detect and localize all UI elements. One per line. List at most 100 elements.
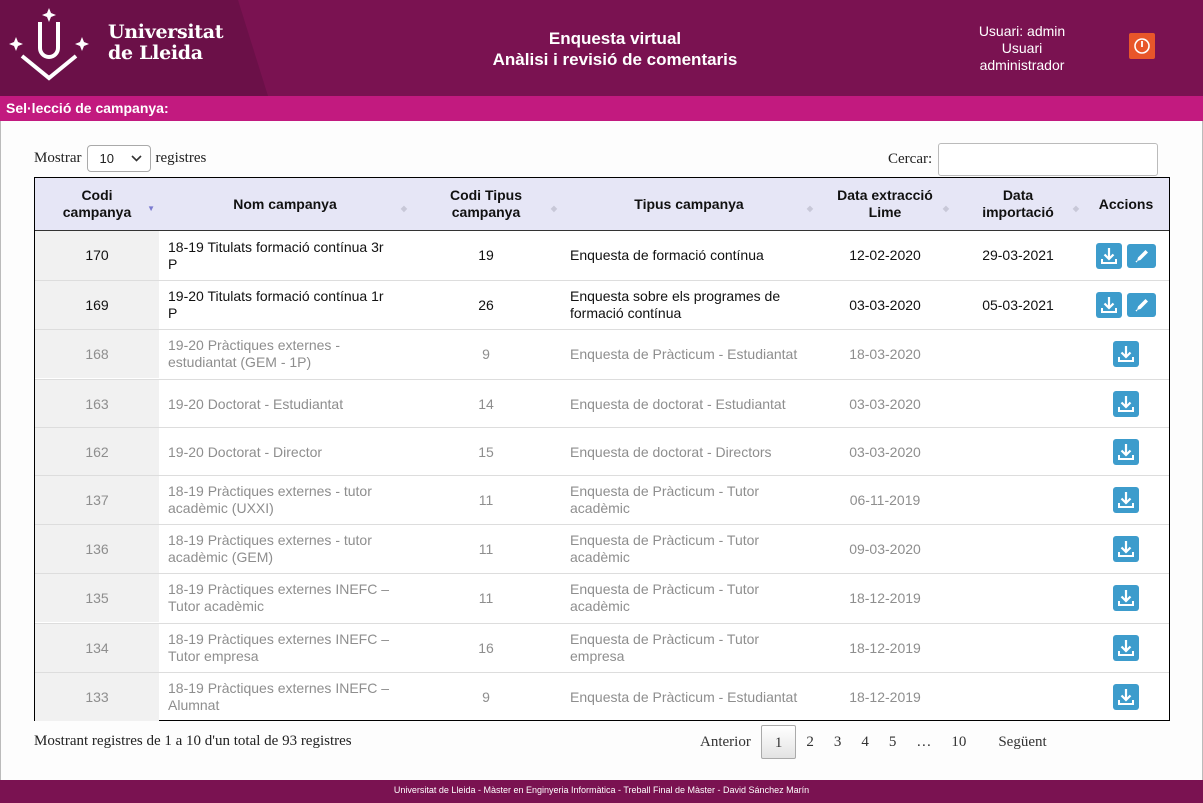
pagination-next[interactable]: Següent bbox=[988, 725, 1056, 759]
column-header-codi-campanya[interactable]: Codi campanya ▼ bbox=[35, 178, 159, 230]
pagination-page-2[interactable]: 2 bbox=[796, 725, 824, 759]
search-label: Cercar: bbox=[888, 151, 933, 167]
cell-tipus: Enquesta sobre els programes de formació… bbox=[570, 288, 781, 321]
sort-icon: ◆ bbox=[942, 204, 949, 213]
download-icon bbox=[1118, 346, 1134, 362]
search-input[interactable] bbox=[938, 143, 1159, 176]
cell-tipus: Enquesta de Pràcticum - Tutor acadèmic bbox=[570, 483, 760, 516]
download-button[interactable] bbox=[1113, 487, 1139, 513]
cell-tipus: Enquesta de Pràcticum - Estudiantat bbox=[570, 688, 798, 705]
table-row: 162 19-20 Doctorat - Director 15 Enquesta d… bbox=[35, 427, 1169, 476]
download-button[interactable] bbox=[1113, 635, 1139, 661]
page-size-select[interactable]: 10 bbox=[86, 145, 151, 172]
download-icon bbox=[1101, 297, 1117, 313]
download-button[interactable] bbox=[1096, 292, 1122, 318]
table-row: 136 18-19 Pràctiques externes - tutor aca… bbox=[35, 524, 1169, 573]
cell-data-importacio bbox=[953, 624, 1083, 672]
cell-codi-tipus: 19 bbox=[478, 247, 494, 263]
cell-data-importacio bbox=[953, 330, 1083, 378]
logo-line-1: Universitat bbox=[108, 21, 224, 43]
cell-tipus: Enquesta de doctorat - Estudiantat bbox=[570, 395, 786, 412]
cell-nom: 19-20 Doctorat - Estudiantat bbox=[168, 395, 344, 412]
cell-codi-tipus: 15 bbox=[478, 443, 494, 460]
cell-codi-tipus: 9 bbox=[482, 688, 490, 705]
download-icon bbox=[1118, 640, 1134, 656]
user-role-line-1: Usuari bbox=[1001, 40, 1043, 56]
cell-codi-tipus: 11 bbox=[478, 589, 494, 606]
cell-nom: 19-20 Doctorat - Director bbox=[168, 443, 323, 460]
cell-accions bbox=[1083, 574, 1169, 622]
column-header-codi-tipus[interactable]: Codi Tipus campanya ◆ bbox=[411, 178, 561, 230]
column-header-data-importacio[interactable]: Data importació ◆ bbox=[953, 178, 1083, 230]
cell-codi-tipus: 11 bbox=[478, 491, 494, 508]
cell-nom: 18-19 Pràctiques externes - tutor acadèm… bbox=[168, 532, 372, 565]
show-label: Mostrar bbox=[34, 150, 82, 166]
cell-data-extraccio: 12-02-2020 bbox=[849, 247, 921, 263]
cell-codi-tipus: 11 bbox=[478, 540, 494, 557]
footer-text: Universitat de Lleida - Màster en Enginy… bbox=[0, 780, 1203, 803]
download-button[interactable] bbox=[1113, 341, 1139, 367]
pagination-page-10[interactable]: 10 bbox=[941, 725, 976, 759]
pagination-page-4[interactable]: 4 bbox=[851, 725, 879, 759]
download-button[interactable] bbox=[1113, 536, 1139, 562]
user-info: Usuari: admin Usuari administrador bbox=[960, 23, 1084, 74]
pagination-page-3[interactable]: 3 bbox=[824, 725, 852, 759]
pencil-icon bbox=[1134, 249, 1148, 263]
cell-codi: 136 bbox=[35, 525, 159, 573]
search-control: Cercar: bbox=[888, 143, 1159, 176]
logout-button[interactable] bbox=[1129, 33, 1155, 59]
campaign-table: Codi campanya ▼ Nom campanya ◆ Codi Tipu… bbox=[34, 177, 1170, 721]
table-row: 134 18-19 Pràctiques externes INEFC – Tut… bbox=[35, 623, 1169, 672]
page-length-control: Mostrar 10 registres bbox=[34, 145, 206, 172]
download-button[interactable] bbox=[1113, 684, 1139, 710]
cell-codi: 168 bbox=[35, 330, 159, 378]
cell-nom: 18-19 Titulats formació contínua 3r P bbox=[168, 238, 384, 272]
download-icon bbox=[1101, 247, 1117, 264]
cell-nom: 19-20 Pràctiques externes - estudiantat … bbox=[168, 337, 340, 370]
cell-accions bbox=[1083, 231, 1169, 280]
cell-codi-tipus: 9 bbox=[482, 345, 490, 362]
cell-codi: 163 bbox=[35, 380, 159, 428]
section-title: Sel·lecció de campanya: bbox=[0, 96, 1203, 121]
pagination-previous[interactable]: Anterior bbox=[690, 725, 761, 759]
pagination: Anterior 1 2 3 4 5 … 10 Següent bbox=[690, 725, 1057, 759]
column-header-data-extraccio[interactable]: Data extracció Lime ◆ bbox=[817, 178, 953, 230]
cell-nom: 18-19 Pràctiques externes INEFC – Alumna… bbox=[168, 680, 389, 713]
cell-data-extraccio: 03-03-2020 bbox=[849, 443, 921, 460]
cell-codi: 135 bbox=[35, 574, 159, 622]
cell-tipus: Enquesta de Pràcticum - Tutor acadèmic bbox=[570, 581, 760, 614]
pagination-page-1[interactable]: 1 bbox=[760, 725, 797, 759]
cell-tipus: Enquesta de doctorat - Directors bbox=[570, 443, 772, 460]
cell-codi-tipus: 16 bbox=[478, 639, 494, 656]
cell-data-extraccio: 03-03-2020 bbox=[849, 395, 921, 412]
download-button[interactable] bbox=[1113, 439, 1139, 465]
university-logo-icon bbox=[9, 8, 89, 81]
download-icon bbox=[1118, 444, 1134, 460]
sort-icon: ◆ bbox=[1072, 204, 1079, 213]
cell-codi: 137 bbox=[35, 476, 159, 524]
cell-nom: 18-19 Pràctiques externes - tutor acadèm… bbox=[168, 483, 372, 516]
download-icon bbox=[1118, 689, 1134, 705]
table-header: Codi campanya ▼ Nom campanya ◆ Codi Tipu… bbox=[35, 178, 1169, 231]
edit-button[interactable] bbox=[1127, 293, 1156, 317]
power-icon bbox=[1134, 38, 1150, 54]
sort-icon: ◆ bbox=[550, 204, 557, 213]
cell-codi: 170 bbox=[35, 231, 159, 280]
download-button[interactable] bbox=[1113, 585, 1139, 611]
column-header-tipus-campanya[interactable]: Tipus campanya ◆ bbox=[561, 178, 817, 230]
pagination-page-5[interactable]: 5 bbox=[879, 725, 907, 759]
cell-accions bbox=[1083, 673, 1169, 721]
cell-tipus: Enquesta de Pràcticum - Estudiantat bbox=[570, 345, 798, 362]
app-title-line-2: Anàlisi i revisió de comentaris bbox=[492, 50, 738, 69]
user-name: Usuari: admin bbox=[978, 23, 1066, 39]
column-header-nom-campanya[interactable]: Nom campanya ◆ bbox=[159, 178, 411, 230]
cell-accions bbox=[1083, 380, 1169, 428]
cell-data-importacio bbox=[953, 428, 1083, 476]
edit-button[interactable] bbox=[1127, 243, 1156, 268]
pagination-ellipsis: … bbox=[916, 734, 932, 750]
download-button[interactable] bbox=[1096, 242, 1122, 269]
cell-data-importacio: 05-03-2021 bbox=[982, 296, 1054, 313]
cell-data-importacio: 29-03-2021 bbox=[982, 247, 1054, 263]
cell-data-importacio bbox=[953, 476, 1083, 524]
download-button[interactable] bbox=[1113, 391, 1139, 417]
